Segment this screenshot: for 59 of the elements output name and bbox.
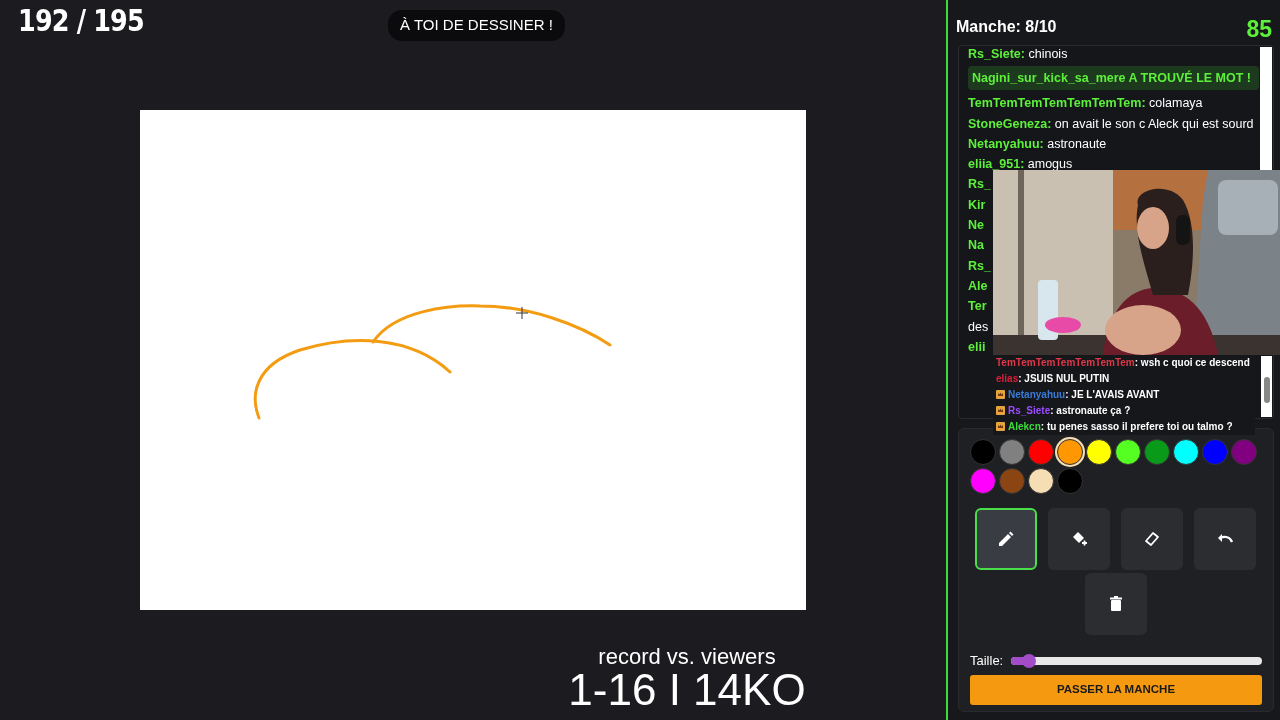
chat-username: eliia_951: (968, 157, 1025, 172)
color-swatch[interactable] (1144, 439, 1170, 465)
chat-username: Rs_ (968, 177, 991, 192)
scrollbar-thumb[interactable] (1264, 377, 1270, 403)
chat-username: Rs_ (968, 258, 991, 273)
chat-username: StoneGeneza: (968, 116, 1052, 131)
stream-chat-text: : JSUIS NUL PUTIN (1018, 373, 1110, 384)
stream-chat-username: Alekcn (1008, 421, 1041, 432)
color-swatch[interactable] (1173, 439, 1199, 465)
size-label: Taille: (970, 652, 1004, 670)
chat-username: Rs_Siete: (968, 47, 1025, 61)
color-swatch[interactable] (1057, 468, 1083, 494)
scrollbar-track[interactable] (1261, 356, 1272, 417)
chat-username: Netanyahuu: (968, 136, 1044, 151)
chat-username: Ale (968, 278, 988, 293)
chat-text: colamaya (1149, 96, 1203, 111)
chat-text: chinois (1028, 47, 1068, 61)
color-swatch[interactable] (970, 468, 996, 494)
pencil-tool-button[interactable] (975, 508, 1037, 570)
color-swatch[interactable] (999, 439, 1025, 465)
chat-message: des (968, 318, 990, 336)
slider-thumb[interactable] (1021, 653, 1036, 668)
chat-text: astronaute (1047, 136, 1107, 151)
color-swatch[interactable] (1028, 468, 1054, 494)
chat-username: Ter (968, 299, 987, 314)
trash-tool-button[interactable] (1084, 573, 1147, 635)
fill-tool-button[interactable] (1048, 508, 1110, 570)
round-title: Manche: 8/10 (956, 17, 1057, 38)
chat-text: on avait le son c Aleck qui est sourd (1054, 116, 1254, 131)
color-swatch[interactable] (1202, 439, 1228, 465)
chat-username: Ne (968, 218, 984, 233)
color-swatch[interactable] (970, 439, 996, 465)
overlay-score: 1-16 I 14KO (568, 668, 806, 712)
timer: 85 (1246, 15, 1272, 44)
color-swatch[interactable] (999, 468, 1025, 494)
crosshair-cursor-icon (515, 306, 529, 320)
chat-username: Kir (968, 197, 986, 212)
turn-banner: À TOI DE DESSINER ! (388, 10, 565, 41)
size-slider[interactable] (1011, 656, 1262, 665)
found-message: Nagini_sur_kick_sa_mere A TROUVÉ LE MOT ! (968, 66, 1259, 91)
chat-username: TemTemTemTemTemTemTem: (968, 96, 1146, 111)
color-swatch[interactable] (1086, 439, 1112, 465)
color-swatch[interactable] (1028, 439, 1054, 465)
chat-text: amogus (1027, 157, 1073, 172)
stream-chat-username: TemTemTemTemTemTemTem (996, 357, 1135, 368)
round-counter: 192 / 195 (18, 3, 144, 38)
pencil-icon (996, 529, 1016, 549)
overlay-caption: record vs. viewers (598, 646, 776, 668)
color-swatch[interactable] (1231, 439, 1257, 465)
eraser-icon (1142, 529, 1162, 549)
stream-chat-text: : astronaute ça ? (1050, 405, 1131, 416)
chat-username: elii (968, 339, 986, 354)
skip-round-button[interactable]: PASSER LA MANCHE (970, 674, 1262, 705)
color-swatch[interactable] (1057, 439, 1083, 465)
color-swatch[interactable] (1115, 439, 1141, 465)
chat-username: Na (968, 238, 984, 253)
stream-chat-text: : wsh c quoi ce descend (1134, 357, 1250, 368)
stream-chat-text: : tu penes sasso il prefere toi ou talmo ? (1040, 421, 1233, 432)
stream-chat-text: : JE L'AVAIS AVANT (1065, 389, 1160, 400)
